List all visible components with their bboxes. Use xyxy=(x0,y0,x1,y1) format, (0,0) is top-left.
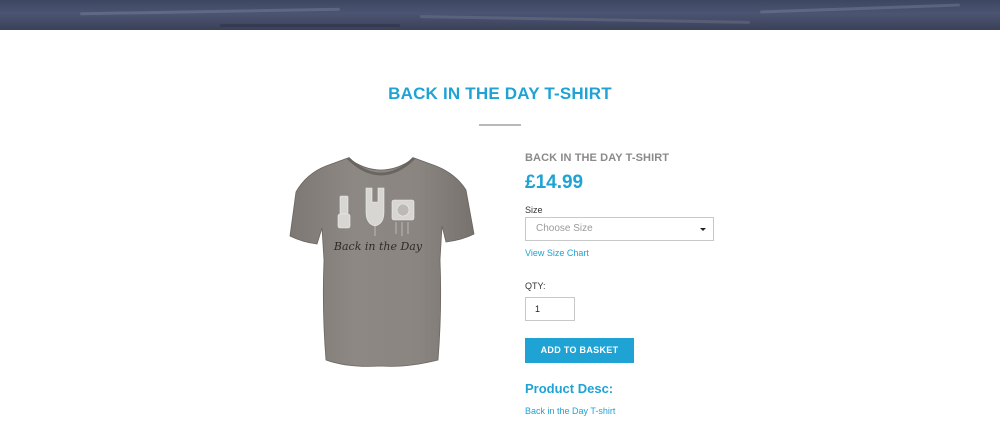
product-image[interactable]: Back in the Day xyxy=(286,150,476,370)
product-name: BACK IN THE DAY T-SHIRT xyxy=(525,152,670,164)
hero-banner xyxy=(0,0,1000,30)
chevron-down-icon xyxy=(700,228,706,231)
banner-texture xyxy=(79,7,341,16)
product-desc-text: Back in the Day T-shirt xyxy=(525,406,616,416)
banner-texture xyxy=(220,24,400,27)
size-select-value: Choose Size xyxy=(536,223,593,234)
page-title: BACK IN THE DAY T-SHIRT xyxy=(388,84,612,103)
qty-label: QTY: xyxy=(525,281,546,291)
banner-texture xyxy=(760,3,960,14)
qty-input[interactable]: 1 xyxy=(525,297,575,321)
view-size-chart-link[interactable]: View Size Chart xyxy=(525,248,589,258)
banner-texture xyxy=(419,15,751,24)
tshirt-illustration: Back in the Day xyxy=(289,156,475,367)
add-to-basket-button[interactable]: ADD TO BASKET xyxy=(525,338,634,363)
size-label: Size xyxy=(525,205,543,215)
product-price: £14.99 xyxy=(525,172,584,193)
product-desc-heading: Product Desc: xyxy=(525,381,614,396)
size-select[interactable]: Choose Size xyxy=(525,217,714,241)
tshirt-print-text: Back in the Day xyxy=(333,240,423,253)
title-divider xyxy=(479,124,521,126)
